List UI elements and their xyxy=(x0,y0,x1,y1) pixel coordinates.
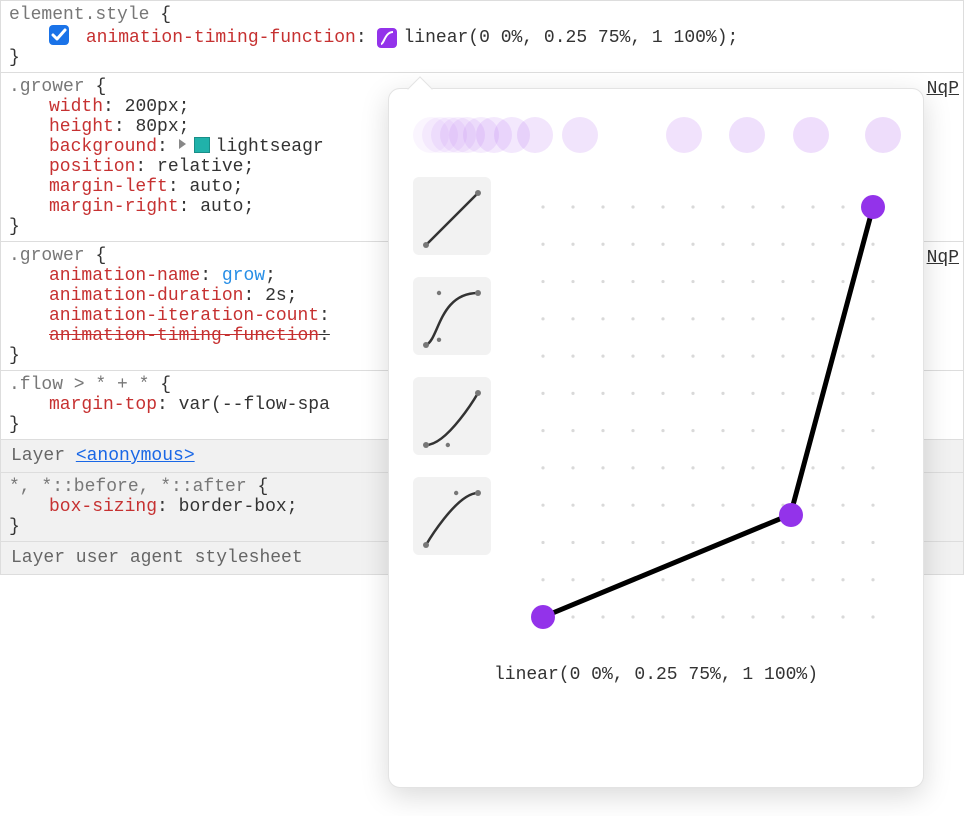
preview-dot xyxy=(666,117,702,153)
easing-presets xyxy=(413,177,493,647)
animation-preview-track xyxy=(413,113,899,157)
toggle-declaration-checkbox[interactable] xyxy=(49,25,69,45)
curve-control-point[interactable] xyxy=(779,503,803,527)
curve-control-point[interactable] xyxy=(531,605,555,629)
easing-preset-linear[interactable] xyxy=(413,177,491,255)
rule-block-element-style: element.style { animation-timing-functio… xyxy=(0,0,964,73)
selector[interactable]: .grower xyxy=(9,77,85,97)
expand-shorthand-icon[interactable] xyxy=(179,139,186,149)
easing-swatch-icon[interactable] xyxy=(377,28,397,48)
curve-control-point[interactable] xyxy=(861,195,885,219)
preview-dot xyxy=(729,117,765,153)
source-link[interactable]: NqP xyxy=(927,79,959,99)
color-swatch-icon[interactable] xyxy=(194,137,210,153)
layer-link[interactable]: <anonymous> xyxy=(76,446,195,466)
source-link[interactable]: NqP xyxy=(927,248,959,268)
preview-dot xyxy=(865,117,901,153)
property-value[interactable]: linear(0 0%, 0.25 75%, 1 100%) xyxy=(403,28,727,48)
easing-preset-ease-out[interactable] xyxy=(413,477,491,555)
easing-curve-editor[interactable] xyxy=(513,177,893,647)
preview-dot xyxy=(793,117,829,153)
easing-preset-ease[interactable] xyxy=(413,277,491,355)
declaration[interactable]: animation-timing-function: linear(0 0%, … xyxy=(49,25,955,48)
selector[interactable]: .flow > * + * xyxy=(9,375,149,395)
selector[interactable]: element.style xyxy=(9,5,149,25)
easing-value-readout: linear(0 0%, 0.25 75%, 1 100%) xyxy=(413,665,899,685)
styles-panel: element.style { animation-timing-functio… xyxy=(0,0,964,816)
preview-dot xyxy=(562,117,598,153)
property-name[interactable]: animation-timing-function xyxy=(86,28,356,48)
selector[interactable]: .grower xyxy=(9,246,85,266)
easing-editor-popover[interactable]: linear(0 0%, 0.25 75%, 1 100%) xyxy=(388,88,924,788)
selector: *, *::before, *::after xyxy=(9,477,247,497)
preview-dot xyxy=(517,117,553,153)
easing-preset-ease-in[interactable] xyxy=(413,377,491,455)
